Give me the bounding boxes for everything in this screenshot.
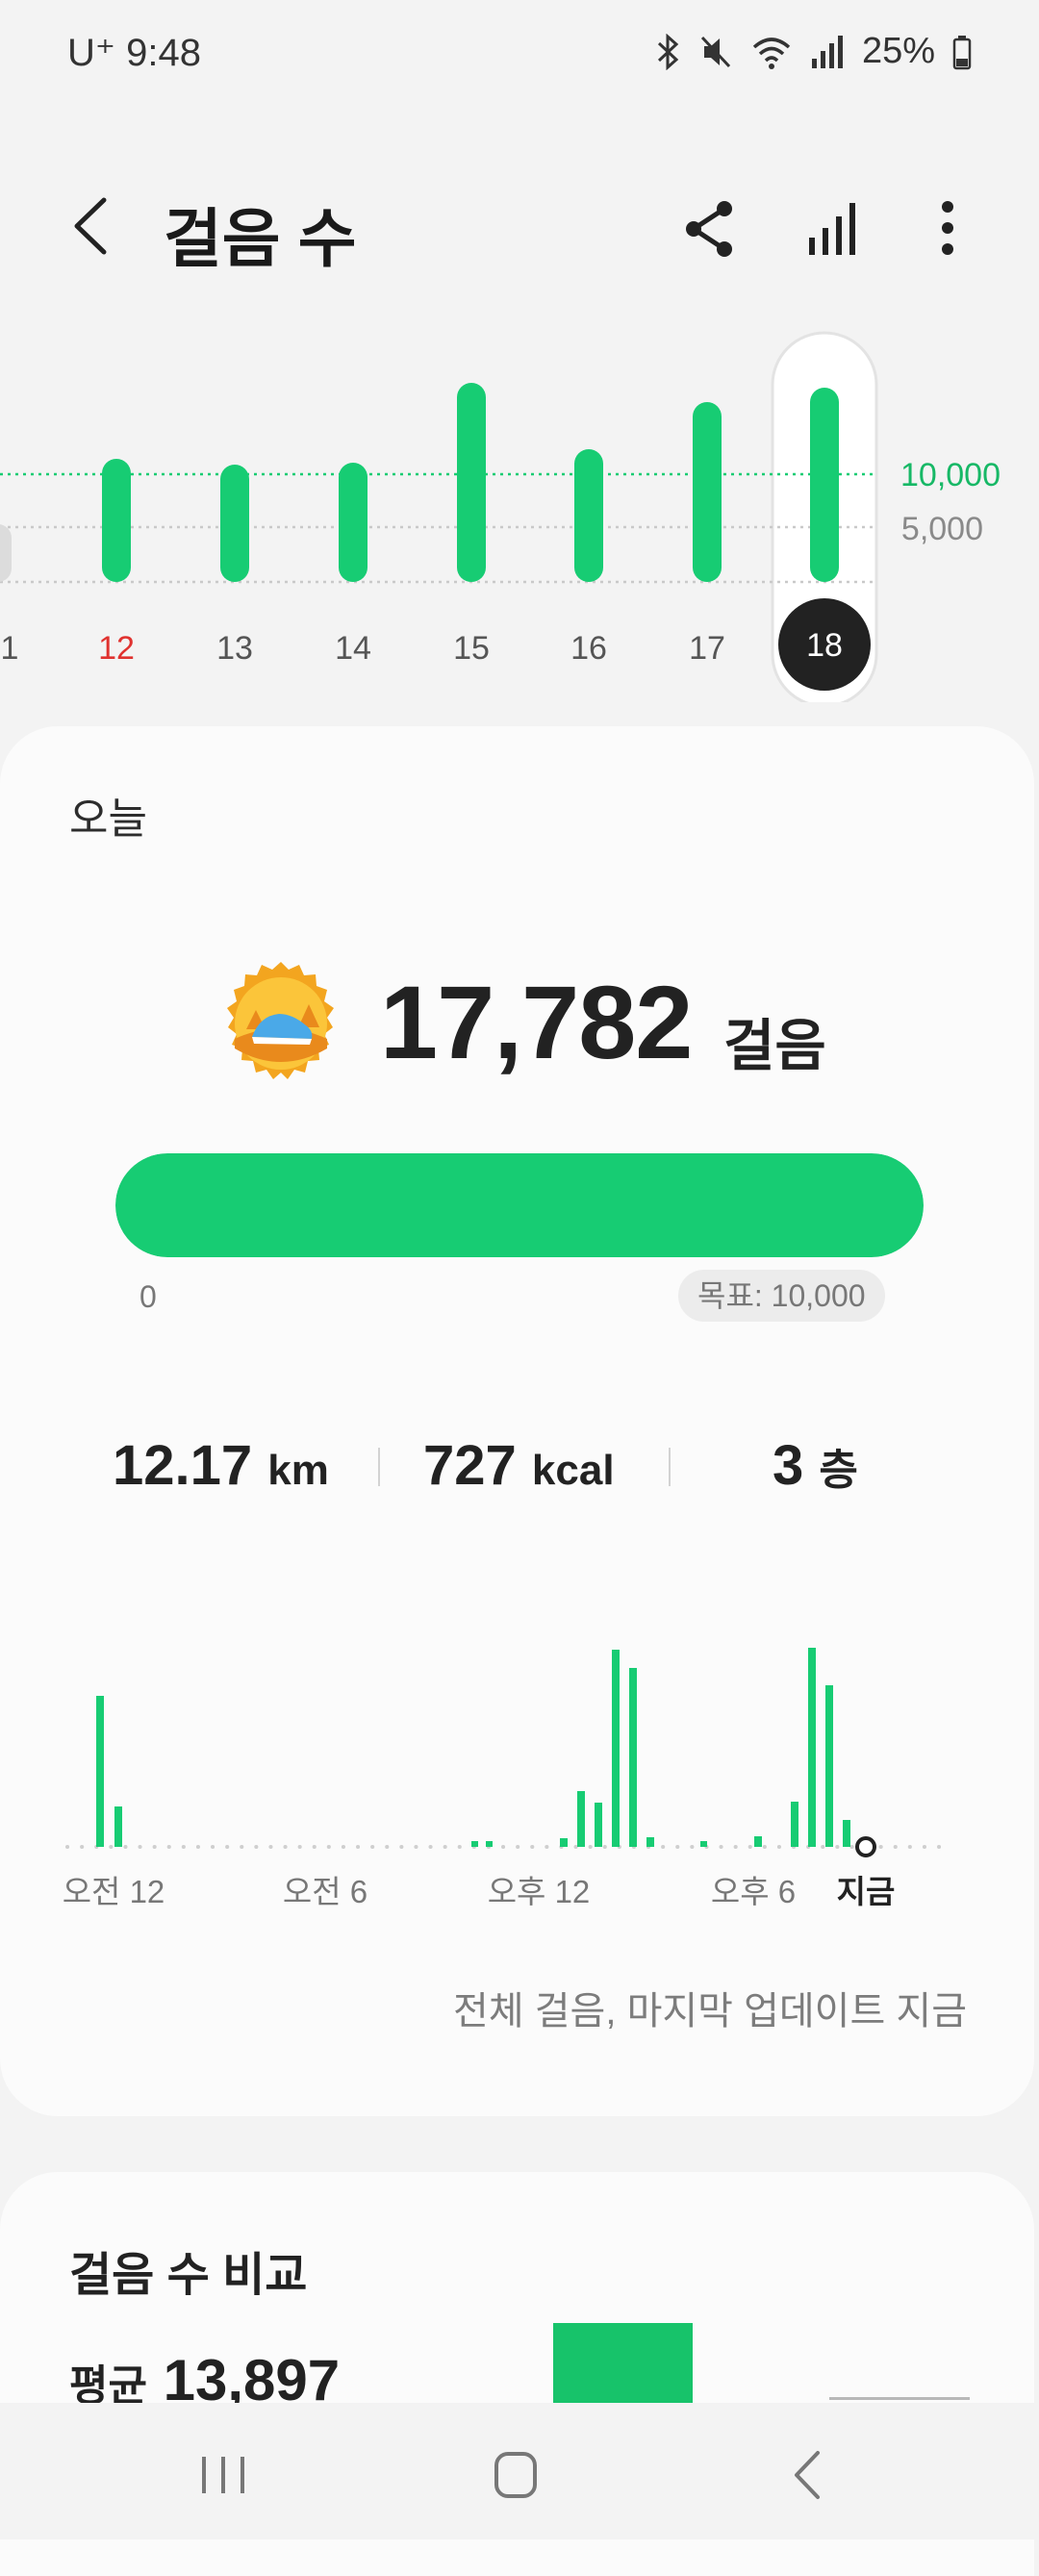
- today-steps-count: 17,782: [380, 964, 693, 1080]
- bluetooth-icon: [657, 33, 679, 70]
- steps-unit: 걸음: [723, 1015, 826, 1077]
- distance-stat: 12.17 km: [113, 1433, 329, 1498]
- day-label-sunday: 12: [98, 630, 135, 667]
- hour-bar: [471, 1841, 478, 1847]
- day-bar[interactable]: [693, 402, 722, 582]
- goal-pill[interactable]: 목표: 10,000: [678, 1270, 885, 1322]
- recent-apps-icon[interactable]: [185, 2441, 262, 2509]
- half-goal-axis-label: 5,000: [901, 511, 983, 547]
- back-nav-icon[interactable]: [770, 2441, 847, 2509]
- day-label: 15: [453, 630, 490, 667]
- day-bar[interactable]: [457, 383, 486, 582]
- day-label: 14: [335, 630, 371, 667]
- hour-bar: [843, 1820, 850, 1847]
- wifi-icon: [752, 37, 791, 69]
- navigation-bar: [0, 2403, 1039, 2539]
- home-icon[interactable]: [477, 2441, 554, 2509]
- hour-label: 오후 6: [711, 1874, 796, 1909]
- calories-value: 727: [423, 1434, 517, 1497]
- day-bar[interactable]: [339, 463, 367, 582]
- hour-label-now: 지금: [837, 1874, 896, 1909]
- shoe-badge-icon: [227, 962, 334, 1079]
- goal-progress-bar: [115, 1153, 924, 1257]
- stat-divider: [378, 1448, 380, 1486]
- battery-icon: [952, 35, 972, 69]
- mute-icon: [700, 36, 731, 67]
- goal-axis-label: 10,000: [900, 457, 1001, 493]
- day-bar[interactable]: [102, 459, 131, 582]
- chart-icon[interactable]: [803, 197, 861, 260]
- hour-label: 오전 12: [63, 1874, 165, 1909]
- hour-bar: [595, 1803, 602, 1847]
- calories-unit: kcal: [531, 1447, 615, 1494]
- hour-bar: [577, 1791, 585, 1847]
- hour-bar: [825, 1685, 833, 1847]
- compare-bar: [553, 2323, 693, 2410]
- hour-bar: [646, 1837, 654, 1847]
- hour-bar: [808, 1648, 816, 1847]
- day-bar[interactable]: [574, 449, 603, 582]
- hour-bar: [612, 1650, 620, 1847]
- today-label: 오늘: [69, 796, 147, 843]
- hour-label: 오후 12: [488, 1874, 591, 1909]
- floors-unit: 층: [819, 1447, 858, 1494]
- goal-progress-fill: [115, 1153, 924, 1257]
- status-icons: 25%: [656, 31, 972, 72]
- day-label: 1: [1, 630, 19, 667]
- hour-bar: [791, 1802, 798, 1847]
- floors-stat: 3 층: [773, 1433, 858, 1498]
- compare-title: 걸음 수 비교: [69, 2250, 308, 2301]
- hourly-steps-chart[interactable]: 오전 12 오전 6 오후 12 오후 6 지금: [38, 1635, 1001, 1924]
- distance-unit: km: [267, 1447, 329, 1494]
- hour-bar: [96, 1696, 104, 1847]
- calories-stat: 727 kcal: [423, 1433, 615, 1498]
- day-label: 16: [570, 630, 607, 667]
- hour-bar: [754, 1836, 762, 1847]
- weekly-steps-chart[interactable]: 1 12 13 14 15 16 17 18 10,000 5,000: [0, 317, 1039, 702]
- now-marker: [855, 1836, 876, 1857]
- battery-percent: 25%: [861, 31, 935, 71]
- share-icon[interactable]: [681, 197, 739, 260]
- hour-bar: [629, 1668, 637, 1847]
- hour-bar: [486, 1841, 493, 1847]
- hour-bar: [700, 1841, 707, 1847]
- status-bar: U⁺ 9:48 25%: [0, 0, 1039, 106]
- distance-value: 12.17: [113, 1434, 253, 1497]
- carrier-time: U⁺ 9:48: [67, 32, 201, 74]
- back-icon[interactable]: [67, 192, 115, 260]
- hour-bar: [560, 1838, 568, 1847]
- day-label: 13: [216, 630, 253, 667]
- day-bar[interactable]: [220, 465, 249, 582]
- day-bar[interactable]: [810, 388, 839, 582]
- day-label-selected: 18: [806, 627, 843, 664]
- floors-value: 3: [773, 1434, 804, 1497]
- page-title: 걸음 수: [164, 203, 357, 274]
- day-label: 17: [689, 630, 725, 667]
- stat-divider: [669, 1448, 671, 1486]
- prev-bar-partial: [0, 524, 12, 582]
- hour-label: 오전 6: [283, 1874, 367, 1909]
- progress-start-label: 0: [139, 1279, 157, 1314]
- last-update-text: 전체 걸음, 마지막 업데이트 지금: [453, 1990, 967, 2033]
- more-options-icon[interactable]: [919, 197, 976, 260]
- signal-icon: [811, 35, 843, 68]
- compare-line: [829, 2397, 970, 2400]
- hour-bar: [114, 1806, 122, 1847]
